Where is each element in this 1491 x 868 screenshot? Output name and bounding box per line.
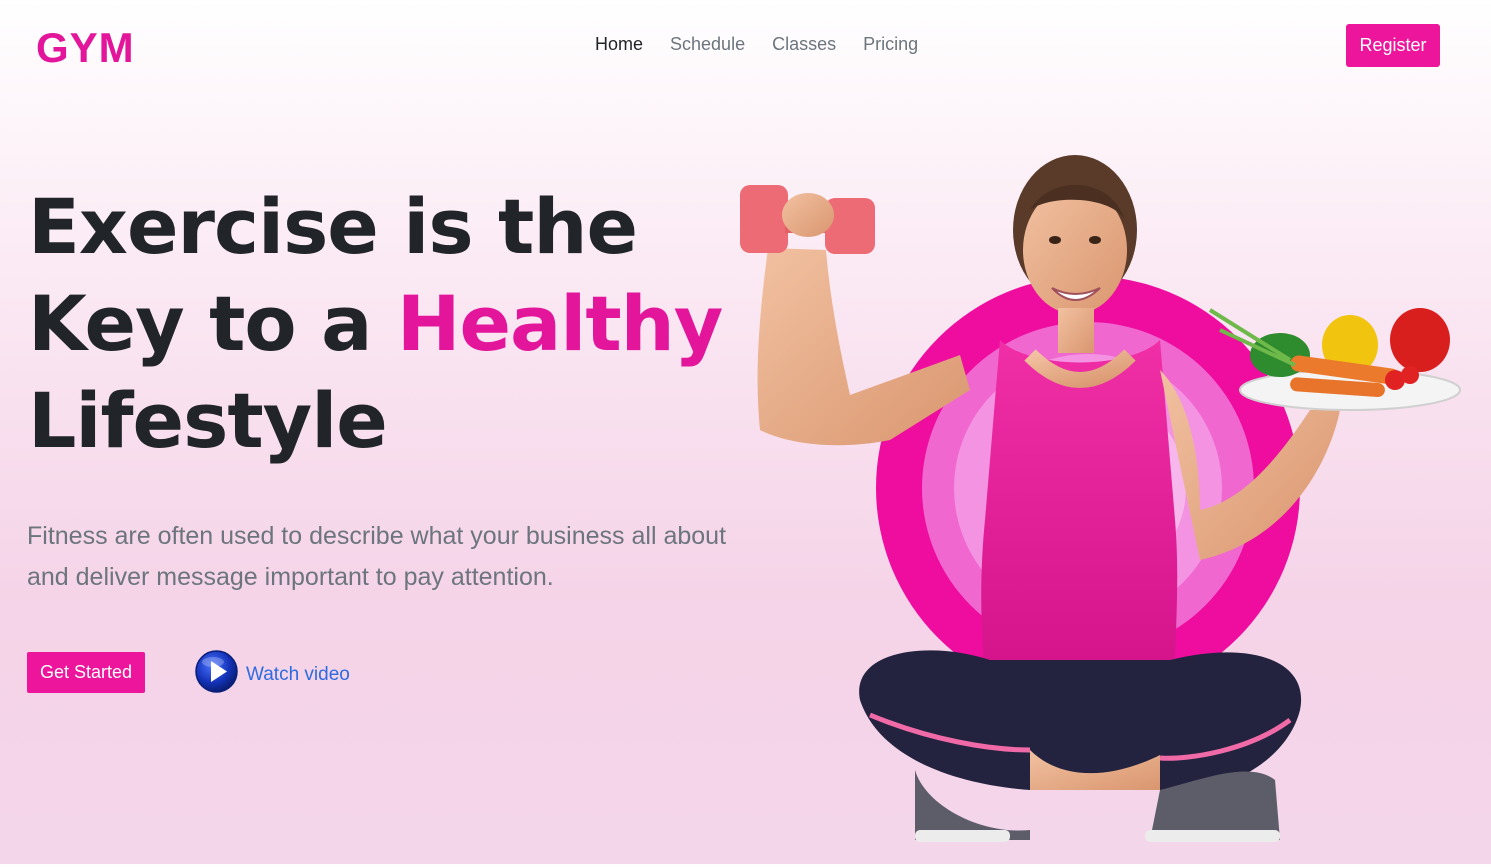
nav-home[interactable]: Home: [595, 34, 643, 55]
legs: [859, 650, 1302, 842]
hero-headline: Exercise is the Key to a Healthy Lifesty…: [28, 178, 728, 469]
nav-schedule[interactable]: Schedule: [670, 34, 745, 55]
headline-text-2: Lifestyle: [28, 376, 388, 465]
get-started-button[interactable]: Get Started: [27, 652, 145, 693]
hero-illustration: [730, 140, 1490, 864]
headline-accent: Healthy: [396, 279, 723, 368]
hero-subtitle: Fitness are often used to describe what …: [27, 522, 727, 591]
torso: [981, 340, 1178, 680]
watch-video-label: Watch video: [246, 663, 350, 685]
dumbbell-arm: [740, 185, 970, 446]
register-button[interactable]: Register: [1346, 24, 1440, 67]
nav-classes[interactable]: Classes: [772, 34, 836, 55]
logo[interactable]: GYM: [36, 24, 135, 72]
watch-video-link[interactable]: Watch video: [195, 650, 350, 699]
main-nav: Home Schedule Classes Pricing: [595, 34, 918, 55]
play-icon: [195, 650, 238, 699]
nav-pricing[interactable]: Pricing: [863, 34, 918, 55]
